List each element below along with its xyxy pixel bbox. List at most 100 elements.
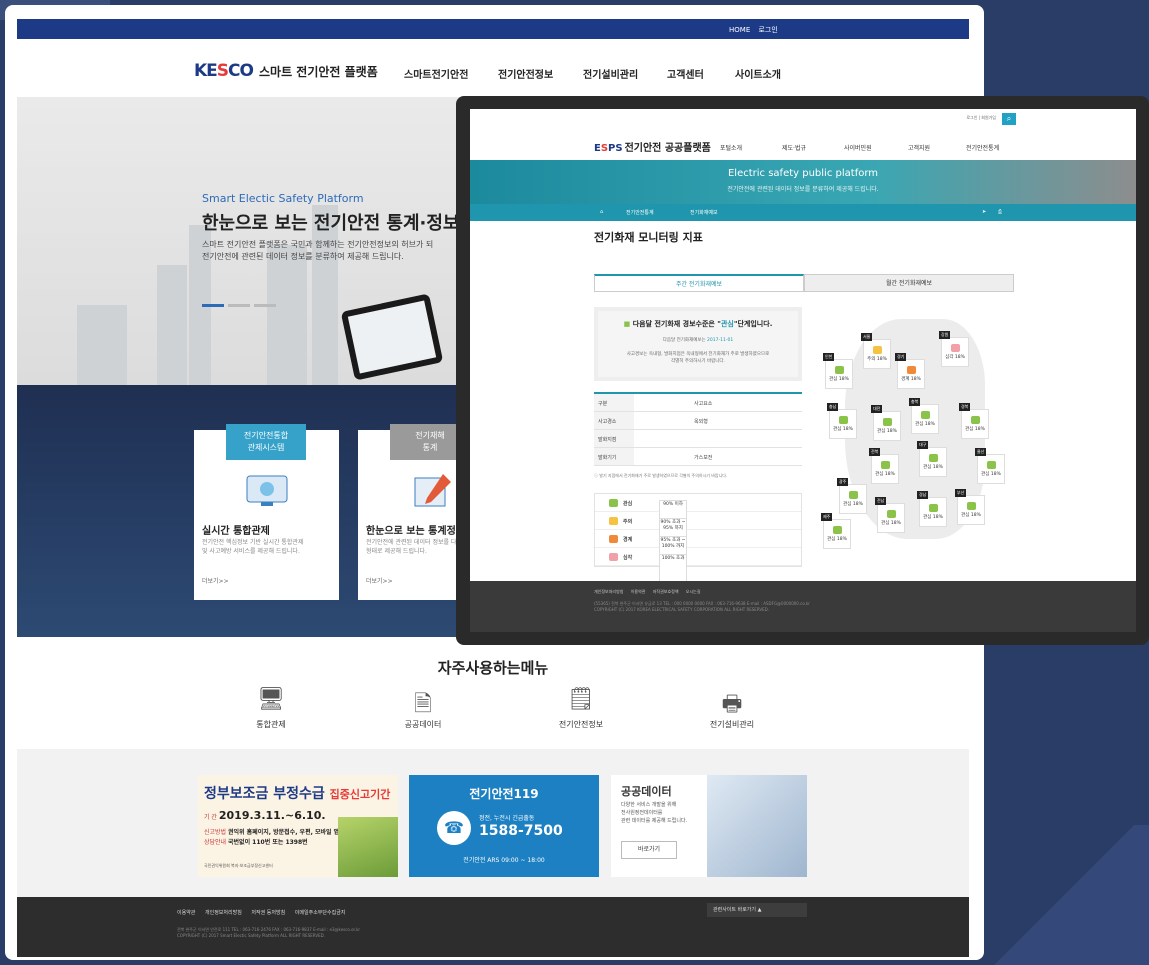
breadcrumb: ⌂ 전기안전통계 전기화재예보 ➤ ⎙ (470, 204, 1136, 221)
hero-title: 한눈으로 보는 전기안전 통계·정보 (202, 213, 460, 234)
document-icon: 🗎 (414, 692, 432, 717)
region-gwangju[interactable]: 광주 관심 18% (837, 478, 867, 514)
footer-address: 전북 완주군 이서면 안전로 111 TEL : 063-716-2476 FA… (177, 927, 361, 938)
table-row: 발화지점 (594, 430, 802, 448)
background-decoration (979, 825, 1149, 965)
region-gyeongnam[interactable]: 경남 관심 18% (917, 491, 947, 527)
region-jeju[interactable]: 제주 관심 18% (821, 513, 851, 549)
related-sites-select[interactable]: 관련사이트 바로가기 ▲ (707, 903, 807, 917)
home-icon[interactable]: ⌂ (600, 209, 603, 215)
site-header: KESCO 스마트 전기안전 플랫폼 스마트전기안전 전기안전정보 전기설비관리 … (17, 39, 969, 97)
site-logo[interactable]: KESCO 스마트 전기안전 플랫폼 (194, 61, 378, 81)
copyright-link[interactable]: 저작권 등저방침 (251, 910, 285, 916)
esps-logo[interactable]: ESPS 전기안전 공공플랫폼 (594, 139, 711, 154)
region-daegu[interactable]: 대구 관심 18% (917, 441, 947, 477)
banner-section: 정부보조금 부정수급 집중신고기간 기 간 2019.3.11.~6.10. 신… (17, 749, 969, 897)
public-data-banner: 공공데이터 다양한 서비스 개발을 위해 전사원정전데이터를 관련 데이터를 제공해… (611, 775, 807, 877)
breadcrumb-item[interactable]: 전기화재예보 (690, 209, 718, 216)
gnb-safety-info[interactable]: 전기안전정보 (498, 66, 553, 81)
region-ulsan[interactable]: 울산 관심 18% (975, 448, 1005, 484)
service-card-monitoring[interactable]: 전기안전통합 관제시스템 실시간 통합관제 전기안전 핵심정보 기반 실시간 통합… (194, 424, 339, 600)
tablet-illustration (340, 293, 444, 381)
region-chungbuk[interactable]: 충북 관심 18% (909, 398, 939, 434)
card-tag: 전기안전통합 관제시스템 (226, 424, 306, 460)
monitor-icon: 🖥 (257, 687, 285, 712)
tab-weekly[interactable]: 주간 전기화재예보 (594, 274, 804, 292)
menu-facility-mgmt[interactable]: 🖶 전기설비관리 (687, 687, 777, 730)
menu-integrated-control[interactable]: 🖥 통합관제 (226, 687, 316, 730)
region-busan[interactable]: 부산 관심 18% (955, 489, 985, 525)
statistics-icon (414, 474, 451, 507)
phone-icon: ☎ (437, 811, 471, 845)
legend-row: 심각 100% 초과 (595, 548, 801, 584)
menu-safety-info[interactable]: 🗒 전기안전정보 (536, 687, 626, 730)
safety-119-banner[interactable]: 전기안전119 ☎ 정전, 누전시 긴급출동 1588-7500 전기안전 AR… (409, 775, 599, 877)
region-jeonbuk[interactable]: 전북 관심 18% (869, 448, 899, 484)
more-link[interactable]: 더보기>> (366, 576, 393, 585)
subsidy-report-banner[interactable]: 정부보조금 부정수급 집중신고기간 기 간 2019.3.11.~6.10. 신… (198, 775, 398, 877)
section-title: 자주사용하는메뉴 (437, 659, 549, 677)
site-footer: 이용약관 개인정보처리방침 저작권 등저방침 이메일주소무단수집금지 관련사이트… (17, 897, 969, 957)
terms-link[interactable]: 이용약관 (177, 910, 195, 916)
tab-bar: 주간 전기화재예보 월간 전기화재예보 (594, 274, 1014, 292)
tab-monthly[interactable]: 월간 전기화재예보 (804, 274, 1014, 292)
gnb-customer-center[interactable]: 고객센터 (667, 66, 704, 81)
hero-pagination[interactable] (202, 292, 280, 311)
more-link[interactable]: 더보기>> (202, 576, 229, 585)
card-description: 전기안전 핵심정보 기반 실시간 통합관제 및 사고예방 서비스를 제공해 드립니… (202, 539, 304, 555)
location-link[interactable]: 오시는길 (686, 589, 701, 594)
monitoring-icon (246, 475, 288, 506)
region-gyeongbuk[interactable]: 경북 관심 18% (959, 403, 989, 439)
gnb-site-intro[interactable]: 사이트소개 (735, 66, 781, 81)
card-title: 한눈으로 보는 통계정보 (366, 526, 465, 537)
table-row: 발화기기 가스보전 (594, 448, 802, 466)
login-link[interactable]: 로그인 (758, 26, 777, 34)
region-daejeon[interactable]: 대전 관심 18% (871, 405, 901, 441)
korea-region-map: 서울 주의 18% 강원 심각 18% 인천 관심 18% 경기 경계 18% 충북 관심… (815, 309, 1015, 549)
home-link[interactable]: HOME (729, 26, 750, 34)
nav-laws[interactable]: 제도·법규 (782, 143, 806, 152)
checklist-icon: 🗒 (567, 687, 595, 712)
nav-statistics[interactable]: 전기안전통계 (966, 143, 999, 152)
page-title: 전기화재 모니터링 지표 (594, 231, 703, 244)
nav-cyber-civil[interactable]: 사이버민원 (844, 143, 872, 152)
esps-screen: ⌕ 로그인 | 회원가입 ESPS 전기안전 공공플랫폼 포털소개 제도·법규 사… (470, 109, 1136, 632)
breadcrumb-item[interactable]: 전기안전통계 (626, 209, 654, 216)
region-seoul[interactable]: 서울 주의 18% (861, 333, 891, 369)
join-link[interactable]: 회원가입 (981, 115, 996, 120)
legend-row: 주의 90% 초과 ~ 95% 까지 (595, 512, 801, 548)
esps-site-window: ⌕ 로그인 | 회원가입 ESPS 전기안전 공공플랫폼 포털소개 제도·법규 사… (456, 96, 1149, 645)
region-gyeonggi[interactable]: 경기 경계 18% (895, 353, 925, 389)
legend-row: 경계 95% 초과 ~ 100% 까지 (595, 530, 801, 566)
print-icon[interactable]: ⎙ (998, 209, 1002, 215)
copyright-link[interactable]: 저작권보호정책 (653, 589, 679, 594)
top-utility-bar: HOME 로그인 (17, 19, 969, 39)
printer-icon: 🖶 (721, 692, 743, 717)
phone-number: 1588-7500 (479, 823, 563, 839)
region-gangwon[interactable]: 강원 심각 18% (939, 331, 969, 367)
region-incheon[interactable]: 인천 관심 18% (823, 353, 853, 389)
login-link[interactable]: 로그인 (966, 115, 977, 120)
frequent-menu-section: 자주사용하는메뉴 🖥 통합관제 🗎 공공데이터 🗒 전기안전정보 🖶 전기설비관리 (17, 637, 969, 749)
region-jeonnam[interactable]: 전남 관심 18% (875, 497, 905, 533)
terms-link[interactable]: 이용약관 (631, 589, 646, 594)
region-chungnam[interactable]: 충남 관심 18% (827, 403, 857, 439)
esps-footer: 개인정보처리방침 이용약관 저작권보호정책 오시는길 (55365) 전북 완주… (470, 581, 1136, 632)
gnb-facility-mgmt[interactable]: 전기설비관리 (583, 66, 638, 81)
gnb-smart-safety[interactable]: 스마트전기안전 (404, 66, 468, 81)
privacy-link[interactable]: 개인정보처리방침 (594, 589, 623, 594)
go-button[interactable]: 바로가기 (621, 841, 677, 859)
esps-banner: Electric safety public platform 전기안전에 관련… (470, 160, 1136, 204)
share-icon[interactable]: ➤ (982, 209, 986, 215)
table-row: 사고경소 옥외형 (594, 412, 802, 430)
nav-portal-intro[interactable]: 포털소개 (720, 143, 742, 152)
email-policy-link[interactable]: 이메일주소무단수집금지 (295, 910, 346, 916)
search-icon[interactable]: ⌕ (1002, 113, 1016, 125)
banner-title: 정부보조금 부정수급 집중신고기간 (204, 786, 391, 802)
grass-illustration (338, 817, 398, 877)
factor-table: 구분 사고요소 사고경소 옥외형 발화지점 발화기기 가스보전 (594, 392, 802, 466)
legend-row: 관심 90% 이하 (595, 494, 801, 530)
privacy-link[interactable]: 개인정보처리방침 (205, 910, 242, 916)
nav-customer-support[interactable]: 고객지원 (908, 143, 930, 152)
menu-public-data[interactable]: 🗎 공공데이터 (378, 687, 468, 730)
